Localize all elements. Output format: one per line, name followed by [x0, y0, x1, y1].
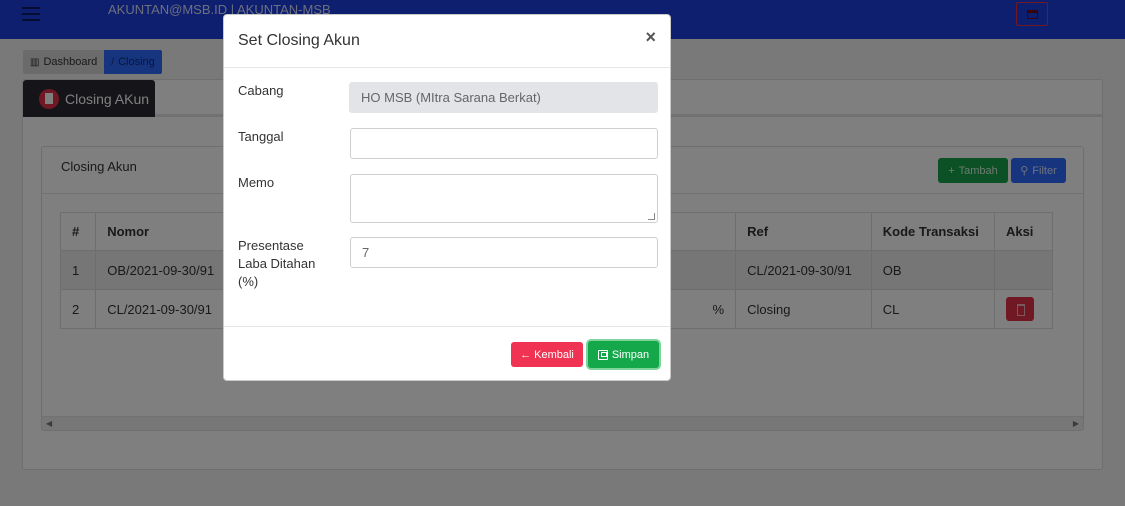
back-button-label: Kembali	[534, 348, 574, 361]
memo-textarea[interactable]	[350, 174, 658, 223]
presentase-label-line: Laba Ditahan	[238, 256, 316, 271]
modal-title: Set Closing Akun	[238, 32, 360, 49]
presentase-label: Presentase Laba Ditahan (%)	[238, 237, 315, 291]
presentase-label-line: Presentase	[238, 238, 304, 253]
presentase-label-line: (%)	[238, 274, 259, 289]
presentase-field[interactable]: 7	[350, 237, 658, 268]
save-button[interactable]: Simpan	[588, 341, 659, 368]
tanggal-field[interactable]	[350, 128, 658, 159]
arrow-left-icon: ←	[520, 348, 532, 361]
tanggal-label: Tanggal	[238, 129, 284, 144]
save-button-label: Simpan	[611, 348, 650, 361]
cabang-field: HO MSB (MItra Sarana Berkat)	[349, 82, 658, 113]
modal-header: Set Closing Akun ×	[224, 15, 670, 68]
resize-handle-icon[interactable]	[648, 213, 655, 220]
memo-label: Memo	[238, 175, 275, 190]
back-button[interactable]: ← Kembali	[511, 342, 583, 367]
save-icon	[597, 349, 608, 360]
set-closing-akun-modal: Set Closing Akun × Cabang HO MSB (MItra …	[223, 14, 671, 381]
modal-footer: ← Kembali Simpan	[224, 326, 670, 380]
cabang-label: Cabang	[238, 83, 284, 98]
close-icon[interactable]: ×	[645, 27, 656, 48]
